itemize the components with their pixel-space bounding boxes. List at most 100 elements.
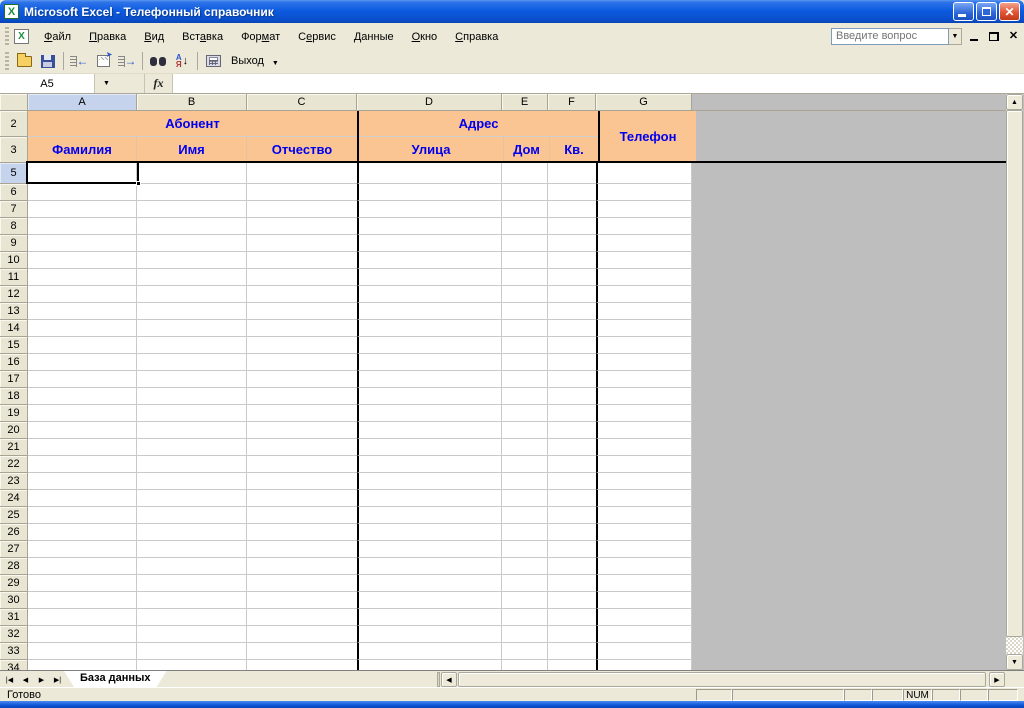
cell-E27[interactable] [502,541,548,558]
delete-record-button[interactable]: → [115,50,139,72]
row-header-28[interactable]: 28 [0,558,28,575]
cell-D6[interactable] [357,184,502,201]
cell-F8[interactable] [548,218,596,235]
row-header-2[interactable]: 2 [0,111,28,137]
row-header-11[interactable]: 11 [0,269,28,286]
cell-A22[interactable] [28,456,137,473]
cell-A27[interactable] [28,541,137,558]
row-header-21[interactable]: 21 [0,439,28,456]
cell-E11[interactable] [502,269,548,286]
cell-E13[interactable] [502,303,548,320]
cell-C29[interactable] [247,575,357,592]
cell-E25[interactable] [502,507,548,524]
cell-B10[interactable] [137,252,247,269]
cell-D18[interactable] [357,388,502,405]
row-header-25[interactable]: 25 [0,507,28,524]
cell-A12[interactable] [28,286,137,303]
close-button[interactable]: ✕ [999,2,1020,21]
cell-B20[interactable] [137,422,247,439]
row-header-15[interactable]: 15 [0,337,28,354]
cell-C23[interactable] [247,473,357,490]
open-button[interactable] [12,50,36,72]
cell-B27[interactable] [137,541,247,558]
cell-F32[interactable] [548,626,596,643]
cell-E29[interactable] [502,575,548,592]
prev-sheet-button[interactable]: ◀ [18,672,33,687]
vertical-scroll-thumb[interactable] [1006,110,1023,637]
cell-C26[interactable] [247,524,357,541]
find-button[interactable] [146,50,170,72]
cell-E20[interactable] [502,422,548,439]
restore-button[interactable] [976,2,997,21]
cell-D19[interactable] [357,405,502,422]
column-header-E[interactable]: E [502,94,548,111]
cell-B8[interactable] [137,218,247,235]
cell-A26[interactable] [28,524,137,541]
cell-F18[interactable] [548,388,596,405]
cell-C32[interactable] [247,626,357,643]
cell-C31[interactable] [247,609,357,626]
cell-D23[interactable] [357,473,502,490]
cell-A33[interactable] [28,643,137,660]
cell-F33[interactable] [548,643,596,660]
fill-handle[interactable] [136,181,141,186]
cell-B11[interactable] [137,269,247,286]
cell-C24[interactable] [247,490,357,507]
cell-F11[interactable] [548,269,596,286]
column-header-A[interactable]: A [28,94,137,111]
cell-G23[interactable] [596,473,692,490]
cell-B33[interactable] [137,643,247,660]
row-header-22[interactable]: 22 [0,456,28,473]
cell-B23[interactable] [137,473,247,490]
row-header-6[interactable]: 6 [0,184,28,201]
toolbar-options-icon[interactable]: ▼ [272,60,279,67]
last-sheet-button[interactable]: ▶| [50,672,65,687]
scroll-up-button[interactable]: ▲ [1006,94,1023,110]
cell-G18[interactable] [596,388,692,405]
cell-E19[interactable] [502,405,548,422]
cell-D9[interactable] [357,235,502,252]
row-header-14[interactable]: 14 [0,320,28,337]
row-header-29[interactable]: 29 [0,575,28,592]
cell-C27[interactable] [247,541,357,558]
cell-F15[interactable] [548,337,596,354]
menu-данные[interactable]: Данные [345,27,403,47]
cell-G27[interactable] [596,541,692,558]
cell-D12[interactable] [357,286,502,303]
cell-A31[interactable] [28,609,137,626]
calculator-button[interactable] [201,50,225,72]
cell-G15[interactable] [596,337,692,354]
cell-A21[interactable] [28,439,137,456]
cell-B24[interactable] [137,490,247,507]
cell-A14[interactable] [28,320,137,337]
cell-D10[interactable] [357,252,502,269]
cell-C33[interactable] [247,643,357,660]
cell-G17[interactable] [596,371,692,388]
cell-G16[interactable] [596,354,692,371]
cell-E28[interactable] [502,558,548,575]
cell-G20[interactable] [596,422,692,439]
workbook-restore-button[interactable] [985,28,1002,44]
cell-C19[interactable] [247,405,357,422]
cell-familiya[interactable]: Фамилия [28,137,137,161]
cell-imya[interactable]: Имя [137,137,247,161]
cell-G8[interactable] [596,218,692,235]
cell-B29[interactable] [137,575,247,592]
cell-A9[interactable] [28,235,137,252]
menu-правка[interactable]: Правка [80,27,135,47]
cell-E8[interactable] [502,218,548,235]
cell-B13[interactable] [137,303,247,320]
menu-вставка[interactable]: Вставка [173,27,232,47]
cell-A32[interactable] [28,626,137,643]
cell-B7[interactable] [137,201,247,218]
cell-G30[interactable] [596,592,692,609]
cell-B14[interactable] [137,320,247,337]
cell-F13[interactable] [548,303,596,320]
column-header-D[interactable]: D [357,94,502,111]
cell-D24[interactable] [357,490,502,507]
cell-E18[interactable] [502,388,548,405]
cell-C18[interactable] [247,388,357,405]
cell-F14[interactable] [548,320,596,337]
cell-A17[interactable] [28,371,137,388]
cell-C30[interactable] [247,592,357,609]
